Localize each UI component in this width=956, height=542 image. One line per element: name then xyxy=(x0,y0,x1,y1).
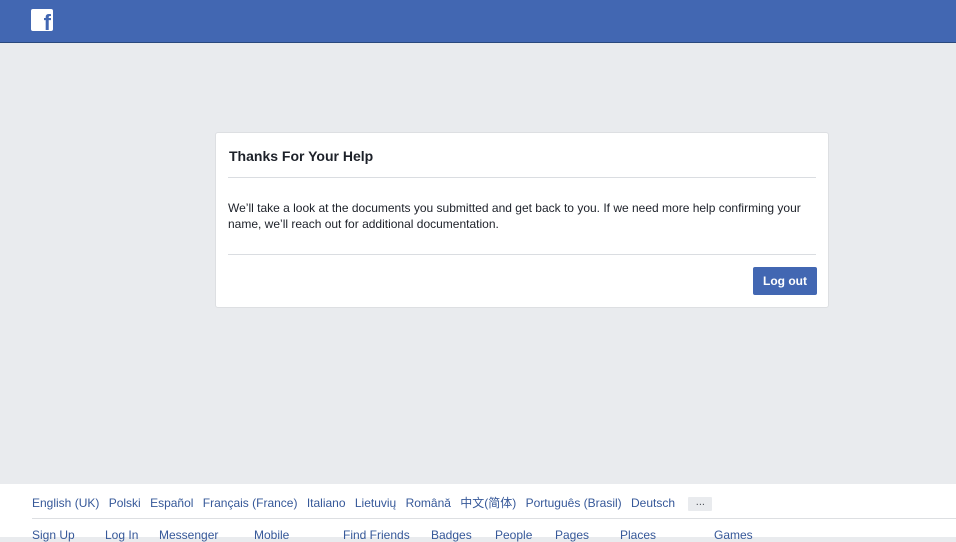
footer-link-messenger[interactable]: Messenger xyxy=(159,528,218,542)
dialog-footer-divider xyxy=(228,254,816,255)
language-romana[interactable]: Română xyxy=(406,496,451,510)
language-deutsch[interactable]: Deutsch xyxy=(631,496,675,510)
dialog-title-divider xyxy=(228,177,816,178)
log-out-button[interactable]: Log out xyxy=(753,267,817,295)
footer-link-mobile[interactable]: Mobile xyxy=(254,528,289,542)
footer-link-sign-up[interactable]: Sign Up xyxy=(32,528,75,542)
dialog-message: We’ll take a look at the documents you s… xyxy=(228,201,801,231)
language-polski[interactable]: Polski xyxy=(109,496,141,510)
page-footer: English (UK) Polski Español Français (Fr… xyxy=(0,484,956,542)
footer-link-places[interactable]: Places xyxy=(620,528,656,542)
language-italiano[interactable]: Italiano xyxy=(307,496,346,510)
footer-link-people[interactable]: People xyxy=(495,528,532,542)
language-list: English (UK) Polski Español Français (Fr… xyxy=(32,494,718,511)
language-francais[interactable]: Français (France) xyxy=(203,496,298,510)
facebook-logo-icon[interactable]: f xyxy=(31,9,53,35)
top-bar: f xyxy=(0,0,956,43)
footer-link-pages[interactable]: Pages xyxy=(555,528,589,542)
language-english-uk[interactable]: English (UK) xyxy=(32,496,99,510)
language-portugues-brasil[interactable]: Português (Brasil) xyxy=(526,496,622,510)
footer-link-log-in[interactable]: Log In xyxy=(105,528,138,542)
dialog-title: Thanks For Your Help xyxy=(229,148,374,164)
more-languages-button[interactable]: ... xyxy=(688,496,713,511)
footer-link-find-friends[interactable]: Find Friends xyxy=(343,528,410,542)
confirmation-dialog: Thanks For Your Help We’ll take a look a… xyxy=(215,132,829,308)
language-lietuviu[interactable]: Lietuvių xyxy=(355,496,396,510)
footer-nav: Sign Up Log In Messenger Mobile Find Fri… xyxy=(0,528,956,542)
language-chinese-simplified[interactable]: 中文(简体) xyxy=(460,496,516,510)
footer-link-badges[interactable]: Badges xyxy=(431,528,472,542)
footer-link-games[interactable]: Games xyxy=(714,528,753,542)
footer-divider xyxy=(32,518,956,519)
language-espanol[interactable]: Español xyxy=(150,496,193,510)
facebook-logo-glyph: f xyxy=(43,10,51,35)
